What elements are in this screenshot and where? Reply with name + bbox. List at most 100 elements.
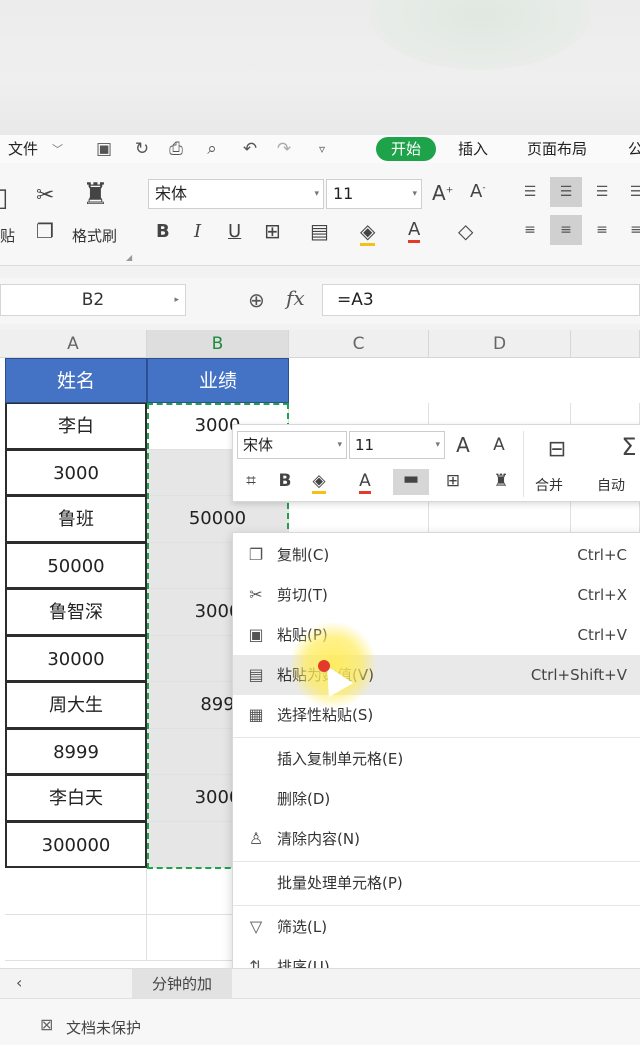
cell-a[interactable]: 李白天 <box>5 775 147 822</box>
print-icon[interactable]: ⎙ <box>166 139 186 159</box>
align-middle-icon[interactable]: ☰ <box>550 177 582 207</box>
italic-icon[interactable]: I <box>194 221 201 242</box>
clear-icon: ♙ <box>248 829 264 848</box>
decrease-font-icon[interactable]: A- <box>470 181 486 202</box>
menu-file[interactable]: 文件 <box>8 138 38 159</box>
increase-font-icon[interactable]: A+ <box>432 181 453 205</box>
menu-delete[interactable]: 删除(D) ▸ <box>233 779 640 819</box>
blur-blob <box>370 0 590 70</box>
select-cell-icon[interactable]: ⌗ <box>239 471 263 491</box>
export-icon[interactable]: ↻ <box>132 139 152 159</box>
cell-a[interactable]: 鲁智深 <box>5 589 147 636</box>
menu-copy[interactable]: ❐ 复制(C) Ctrl+C <box>233 535 640 575</box>
bold-icon[interactable]: B <box>156 221 170 242</box>
font-color-icon[interactable]: A <box>408 219 421 243</box>
cell-a[interactable]: 鲁班 <box>5 496 147 543</box>
chevron-down-icon: ▾ <box>412 189 417 199</box>
fx-icon[interactable]: fx <box>286 286 305 310</box>
format-painter-icon[interactable]: ♜ <box>82 177 109 212</box>
formula-input[interactable]: =A3 <box>322 284 640 316</box>
align-more-icon[interactable]: ☰ <box>620 177 640 207</box>
header-cell-score[interactable]: 业绩 <box>147 358 289 403</box>
paste-icon[interactable]: ▯ <box>0 183 8 213</box>
cell-a[interactable]: 300000 <box>5 821 147 868</box>
cell-a-empty[interactable] <box>5 868 147 915</box>
undo-icon[interactable]: ↶ <box>240 139 260 159</box>
align-left-icon[interactable]: ≡ <box>514 215 546 245</box>
mini-font-size-combo[interactable]: 11 ▾ <box>349 431 445 459</box>
format-painter-icon[interactable]: ♜ <box>489 471 513 491</box>
mini-font-name-combo[interactable]: 宋体 ▾ <box>237 431 347 459</box>
menu-cut[interactable]: ✂ 剪切(T) Ctrl+X <box>233 575 640 615</box>
save-icon[interactable]: ▣ <box>94 139 114 159</box>
redo-icon[interactable]: ↷ <box>274 139 294 159</box>
cut-icon: ✂ <box>249 585 263 604</box>
font-name-value: 宋体 <box>155 184 188 203</box>
border-icon[interactable]: ⊞ <box>441 471 465 491</box>
header-cell-name[interactable]: 姓名 <box>5 358 147 403</box>
cell-a[interactable]: 李白 <box>5 403 147 450</box>
font-size-combo[interactable]: 11 ▾ <box>326 179 422 209</box>
col-header-e[interactable] <box>571 330 640 358</box>
cell-a[interactable]: 3000 <box>5 449 147 496</box>
cell-a[interactable]: 8999 <box>5 728 147 775</box>
tab-page-layout[interactable]: 页面布局 <box>527 138 587 159</box>
align-center-icon[interactable]: ≡ <box>550 215 582 245</box>
cell-a[interactable]: 周大生 <box>5 682 147 729</box>
menu-bar: 文件 ﹀ ▣ ↻ ⎙ ⌕ ↶ ↷ ▿ 开始 插入 页面布局 公 <box>0 135 640 163</box>
tab-more[interactable]: 公 <box>628 138 640 159</box>
tab-start[interactable]: 开始 <box>376 137 436 161</box>
format-painter-label[interactable]: 格式刷 <box>72 225 117 246</box>
context-menu: ❐ 复制(C) Ctrl+C ✂ 剪切(T) Ctrl+X ▣ 粘贴(P) Ct… <box>232 532 640 1010</box>
align-right-icon[interactable]: ≡ <box>586 215 618 245</box>
fill-color-icon[interactable]: ◈ <box>307 471 331 494</box>
cell-a[interactable]: 30000 <box>5 635 147 682</box>
menu-batch-label: 批量处理单元格(P) <box>277 874 403 892</box>
col-header-d[interactable]: D <box>429 330 571 358</box>
paste-label[interactable]: 贴 <box>0 225 15 246</box>
name-box[interactable]: B2 ▸ <box>0 284 186 316</box>
scroll-left-icon[interactable]: ‹ <box>16 973 22 992</box>
fill-color-icon[interactable]: ◈ <box>360 219 376 246</box>
font-color-icon[interactable]: A <box>353 471 377 494</box>
quick-access-more-icon[interactable]: ▿ <box>312 139 332 159</box>
cut-icon[interactable]: ✂ <box>36 183 54 208</box>
eraser-icon[interactable]: ◇ <box>458 219 473 243</box>
font-name-combo[interactable]: 宋体 ▾ <box>148 179 324 209</box>
copy-icon[interactable]: ❐ <box>36 219 54 243</box>
sheet-tab[interactable]: 分钟的加 <box>132 969 232 999</box>
sum-icon[interactable]: Σ <box>617 433 640 461</box>
fill-pattern-icon[interactable]: ▤ <box>310 219 329 243</box>
merge-style-icon[interactable]: ▬ <box>393 469 429 495</box>
zoom-icon[interactable]: ⊕ <box>248 288 265 312</box>
menu-filter[interactable]: ▽ 筛选(L) ▸ <box>233 907 640 947</box>
border-icon[interactable]: ⊞ <box>264 219 281 243</box>
col-header-a[interactable]: A <box>0 330 147 358</box>
menu-clear-contents[interactable]: ♙ 清除内容(N) ▸ <box>233 819 640 859</box>
chevron-down-icon[interactable]: ﹀ <box>52 141 63 157</box>
col-header-c[interactable]: C <box>289 330 429 358</box>
click-indicator-icon <box>318 660 330 672</box>
chevron-down-icon: ▾ <box>337 440 342 450</box>
menu-insert-copied-cells[interactable]: 插入复制单元格(E) ▸ <box>233 739 640 779</box>
merge-icon[interactable]: ⊟ <box>539 437 575 462</box>
auto-sum-label[interactable]: 自动 <box>597 475 625 495</box>
bold-icon[interactable]: B <box>273 471 297 491</box>
menu-batch-process[interactable]: 批量处理单元格(P) <box>233 863 640 903</box>
merge-label[interactable]: 合并 <box>535 475 563 495</box>
print-preview-icon[interactable]: ⌕ <box>202 139 222 159</box>
justify-icon[interactable]: ≡ <box>620 215 640 245</box>
decrease-font-icon[interactable]: A <box>487 435 511 455</box>
underline-icon[interactable]: U <box>228 221 241 242</box>
sheet-tab-bar: ‹ 分钟的加 <box>0 968 640 999</box>
align-top-icon[interactable]: ☰ <box>514 177 546 207</box>
dialog-launcher-icon[interactable]: ◢ <box>126 253 132 262</box>
col-header-b[interactable]: B <box>147 330 289 358</box>
cell-a[interactable]: 50000 <box>5 542 147 589</box>
cell-a-empty[interactable] <box>5 914 147 961</box>
align-bottom-icon[interactable]: ☰ <box>586 177 618 207</box>
menu-delete-label: 删除(D) <box>277 790 331 808</box>
tab-insert[interactable]: 插入 <box>458 138 488 159</box>
menu-paste-special[interactable]: ▦ 选择性粘贴(S) ▸ <box>233 695 640 735</box>
increase-font-icon[interactable]: A <box>451 433 475 457</box>
